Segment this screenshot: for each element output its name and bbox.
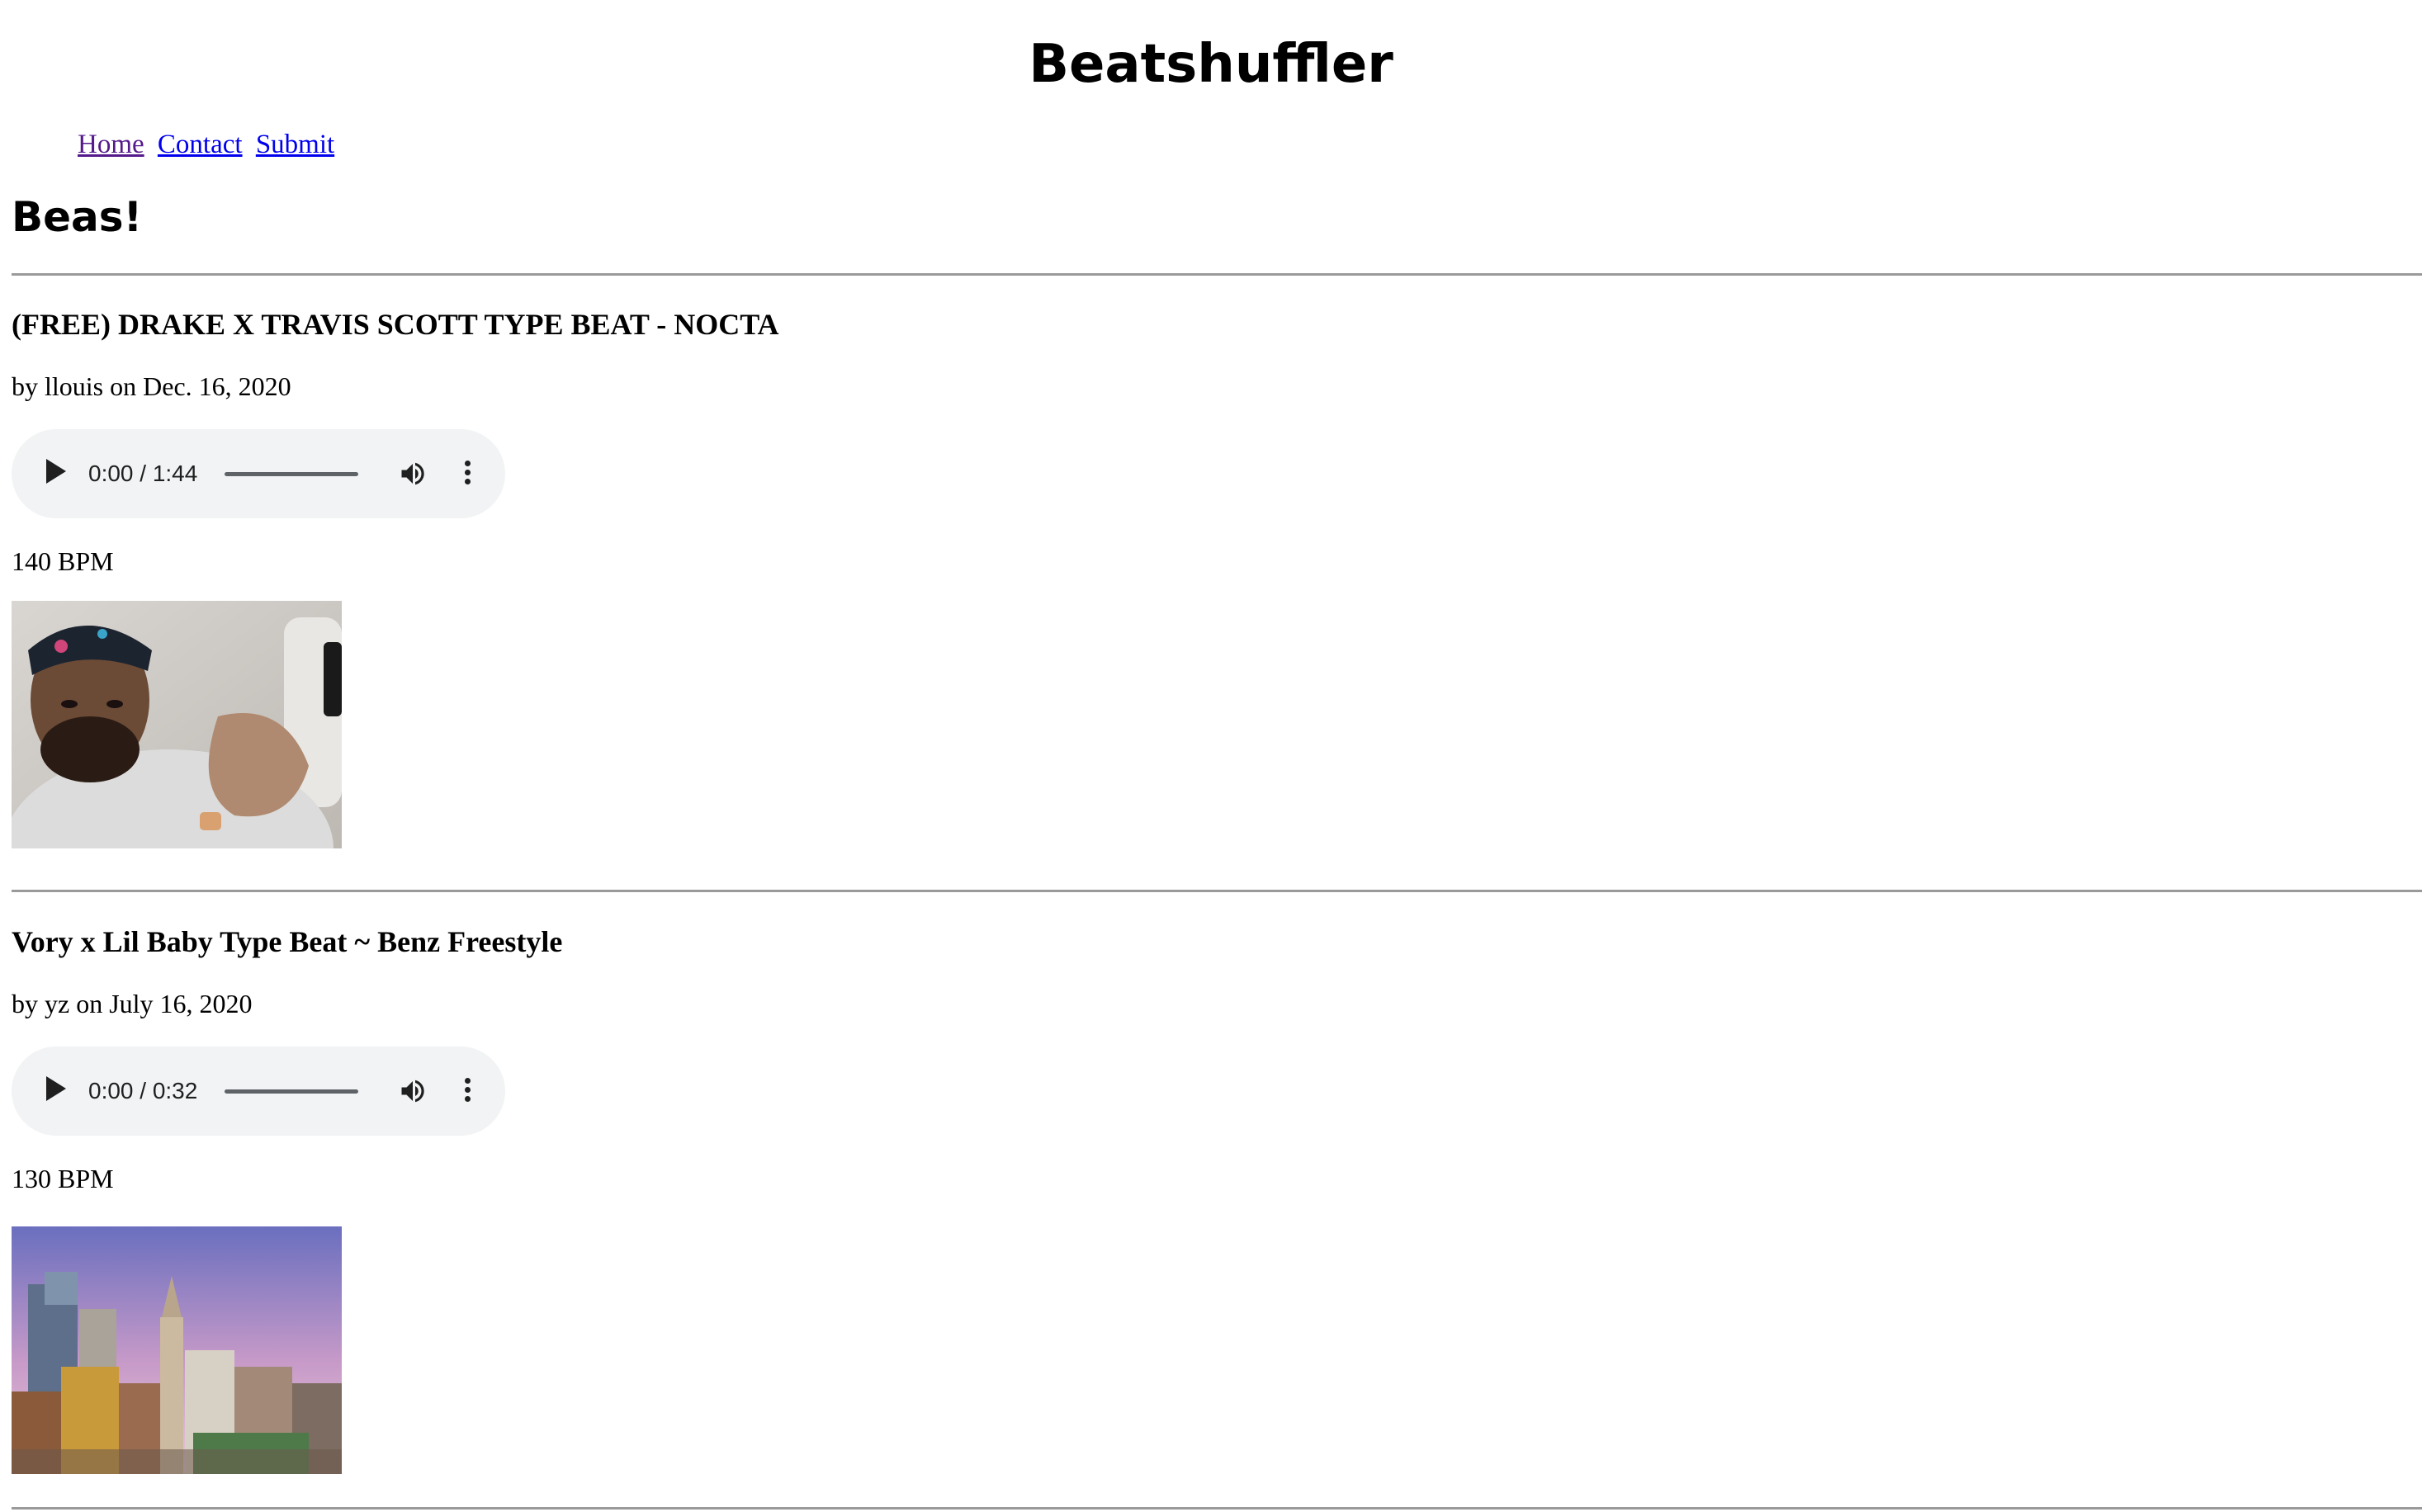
bpm-label: 140 BPM [12, 546, 114, 576]
more-vertical-icon[interactable] [462, 459, 472, 489]
bpm-label: 130 BPM [12, 1164, 114, 1193]
post-title: (FREE) DRAKE X TRAVIS SCOTT TYPE BEAT - … [12, 308, 779, 341]
main-nav: Home Contact Submit [78, 125, 341, 163]
volume-icon[interactable] [398, 459, 428, 489]
audio-time: 0:00 / 1:44 [88, 461, 198, 486]
post-meta: by yz on July 16, 2020 [12, 989, 253, 1018]
city-skyline-photo [12, 1226, 342, 1474]
post-meta: by llouis on Dec. 16, 2020 [12, 371, 291, 401]
divider [12, 890, 2422, 892]
audio-time: 0:00 / 0:32 [88, 1078, 198, 1103]
more-vertical-icon[interactable] [462, 1076, 472, 1106]
divider [12, 273, 2422, 276]
play-icon[interactable] [46, 1076, 66, 1101]
site-title: Beatshuffler [1029, 34, 1393, 95]
audio-player[interactable]: 0:00 / 0:32 [12, 1047, 505, 1136]
nav-submit-link[interactable]: Submit [256, 130, 334, 159]
section-title: Beas! [12, 193, 143, 241]
nav-contact-link[interactable]: Contact [158, 130, 243, 159]
audio-progress-slider[interactable] [225, 472, 358, 476]
man-in-cap-photo [12, 601, 342, 848]
volume-icon[interactable] [398, 1076, 428, 1106]
play-icon[interactable] [46, 459, 66, 484]
post-title: Vory x Lil Baby Type Beat ~ Benz Freesty… [12, 925, 563, 958]
nav-home-link[interactable]: Home [78, 130, 144, 159]
divider [12, 1507, 2422, 1510]
audio-progress-slider[interactable] [225, 1089, 358, 1094]
audio-player[interactable]: 0:00 / 1:44 [12, 429, 505, 518]
